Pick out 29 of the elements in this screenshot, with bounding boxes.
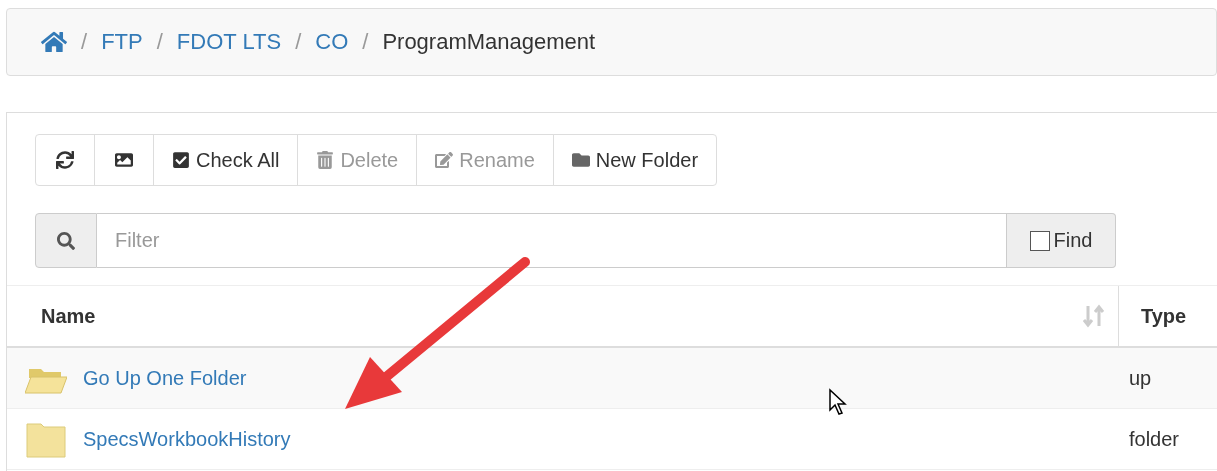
breadcrumb-separator: / bbox=[362, 29, 369, 55]
file-link[interactable]: Go Up One Folder bbox=[83, 366, 247, 390]
image-button[interactable] bbox=[94, 134, 154, 186]
breadcrumb-separator: / bbox=[156, 29, 163, 55]
breadcrumb-link[interactable]: FTP bbox=[101, 29, 143, 55]
breadcrumb-link[interactable]: FDOT LTS bbox=[176, 29, 282, 55]
image-icon bbox=[115, 151, 133, 169]
column-header[interactable]: Type bbox=[1119, 286, 1217, 346]
refresh-button[interactable] bbox=[35, 134, 95, 186]
find-checkbox[interactable]: Find bbox=[1007, 213, 1116, 268]
filter-field[interactable]: Filter bbox=[97, 213, 1007, 268]
home-icon[interactable] bbox=[41, 29, 67, 55]
checkbox-icon bbox=[172, 151, 190, 169]
new-folder-button[interactable]: New Folder bbox=[552, 134, 718, 186]
folder-icon bbox=[25, 420, 67, 458]
refresh-icon bbox=[56, 151, 74, 169]
search-icon bbox=[57, 231, 75, 250]
file-link[interactable]: SpecsWorkbookHistory bbox=[83, 427, 291, 451]
breadcrumb-current: ProgramManagement bbox=[382, 29, 596, 55]
column-header[interactable]: Name bbox=[7, 286, 1119, 346]
folder-icon bbox=[571, 151, 590, 169]
table-cell: folder bbox=[1129, 427, 1180, 451]
breadcrumb-separator: / bbox=[295, 29, 302, 55]
breadcrumb-separator: / bbox=[81, 29, 88, 55]
table-cell: up bbox=[1129, 366, 1152, 390]
breadcrumb-link[interactable]: CO bbox=[315, 29, 349, 55]
edit-icon bbox=[435, 151, 454, 169]
check-all-button[interactable]: Check All bbox=[153, 134, 299, 186]
trash-icon bbox=[316, 151, 335, 169]
